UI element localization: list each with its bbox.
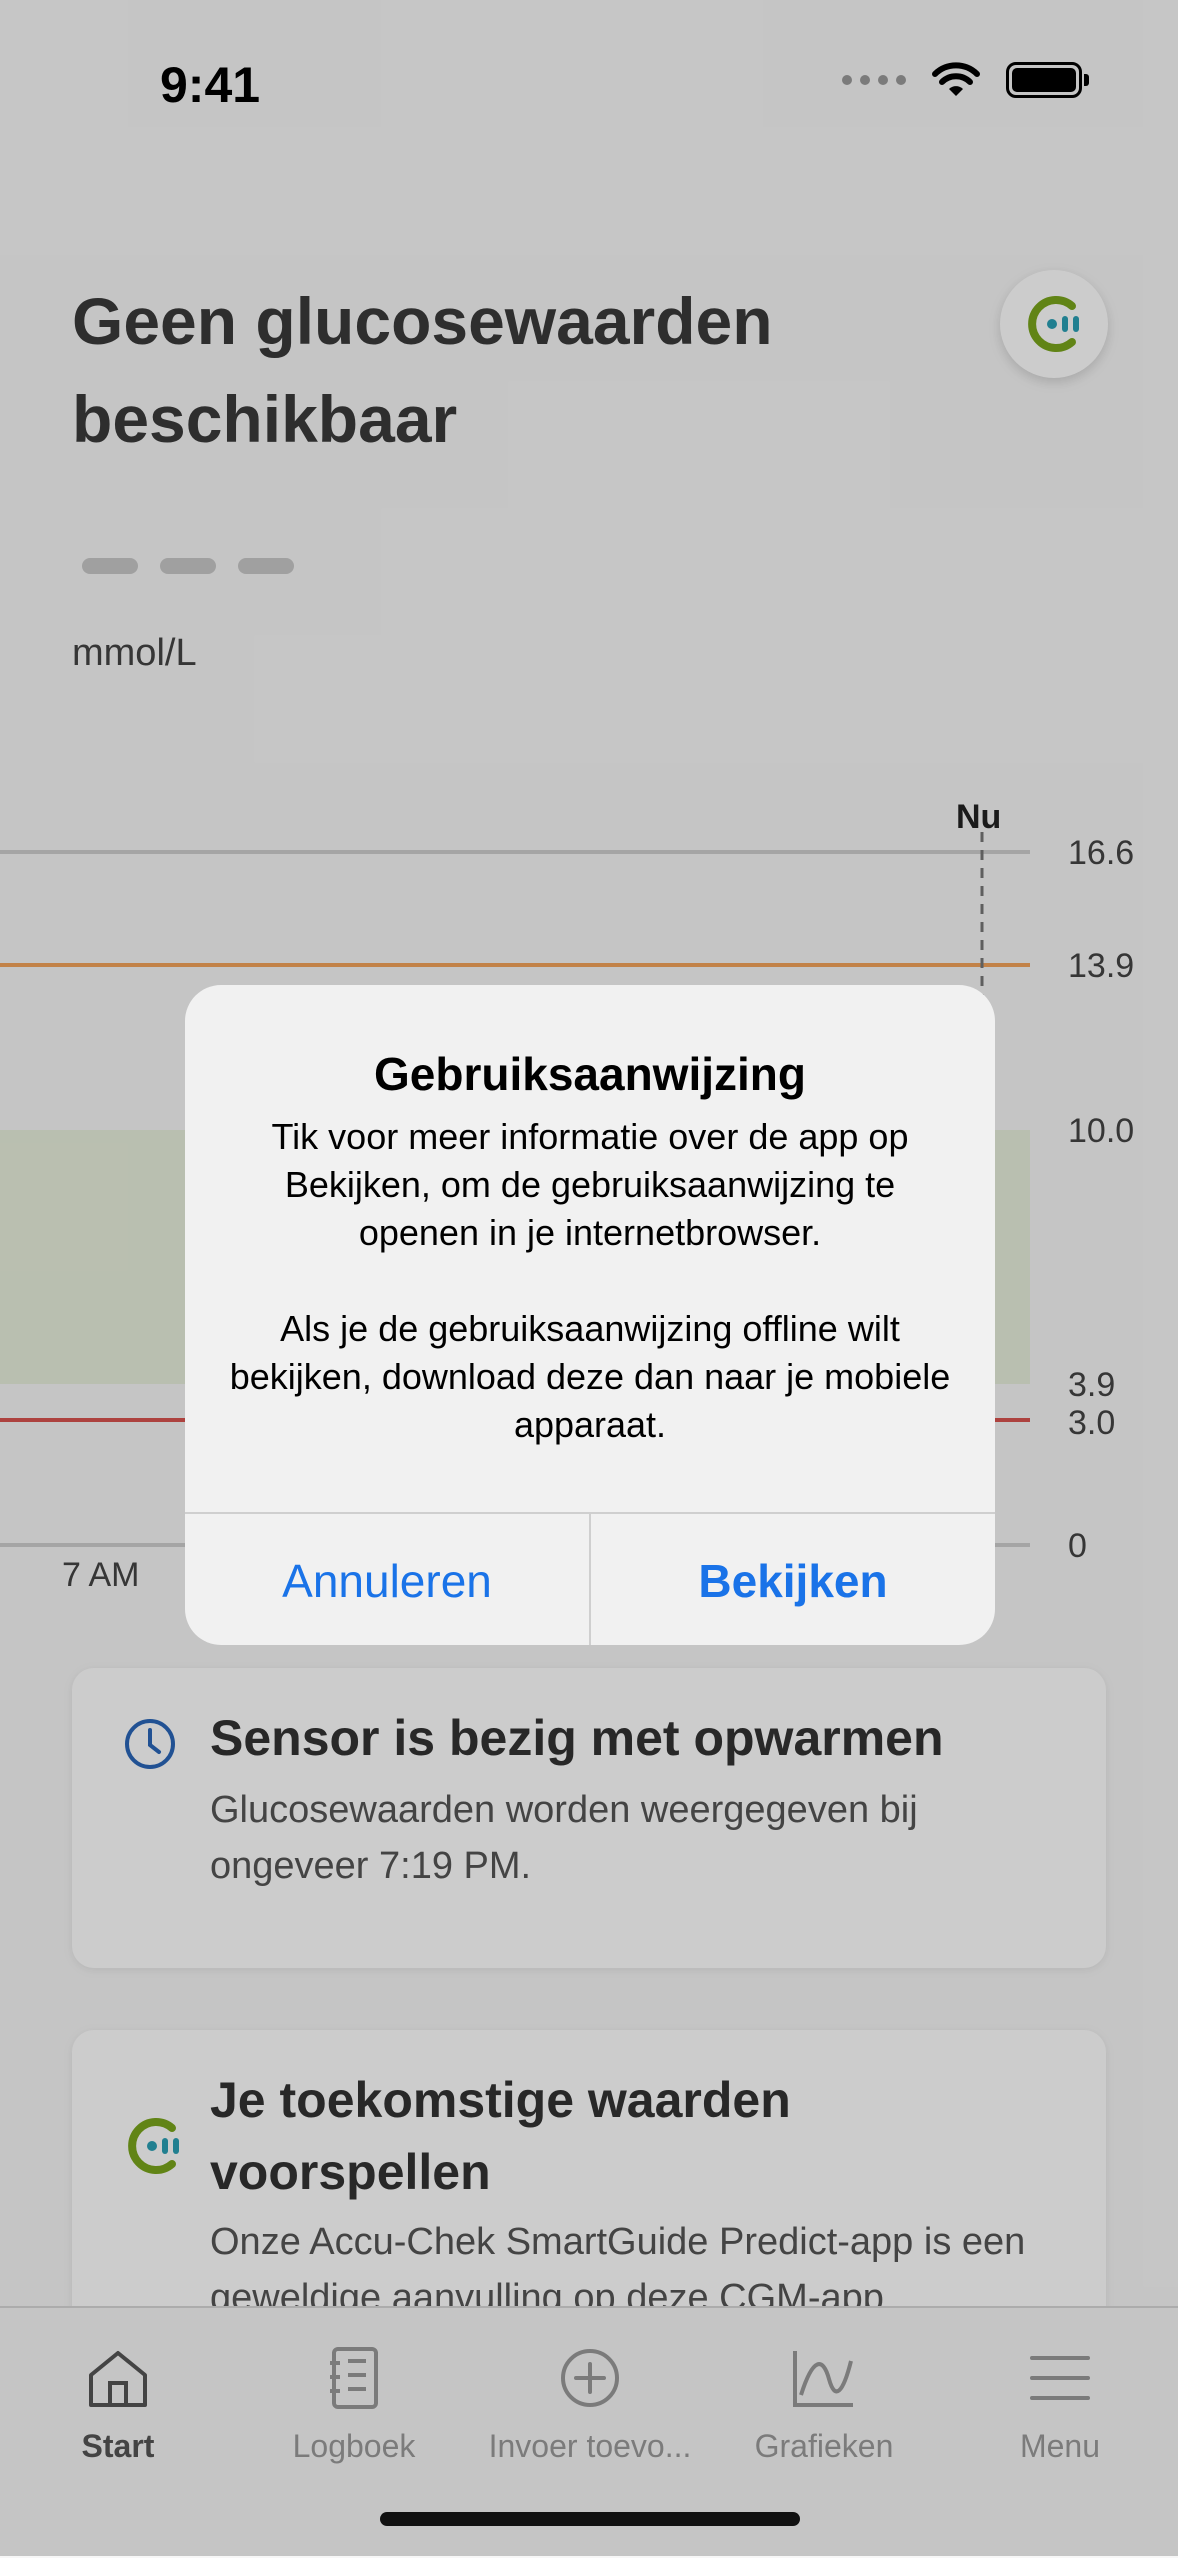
user-manual-alert: Gebruiksaanwijzing Tik voor meer informa… [185,985,995,1645]
alert-message: Tik voor meer informatie over de app op … [225,1113,955,1497]
alert-message-2: Als je de gebruiksaanwijzing offline wil… [229,1308,951,1445]
home-indicator[interactable] [380,2512,800,2526]
alert-actions: Annuleren Bekijken [185,1512,995,1645]
cancel-button[interactable]: Annuleren [185,1514,589,1645]
alert-title: Gebruiksaanwijzing [374,1048,806,1100]
alert-message-1: Tik voor meer informatie over de app op … [271,1116,909,1253]
view-button[interactable]: Bekijken [589,1514,995,1645]
